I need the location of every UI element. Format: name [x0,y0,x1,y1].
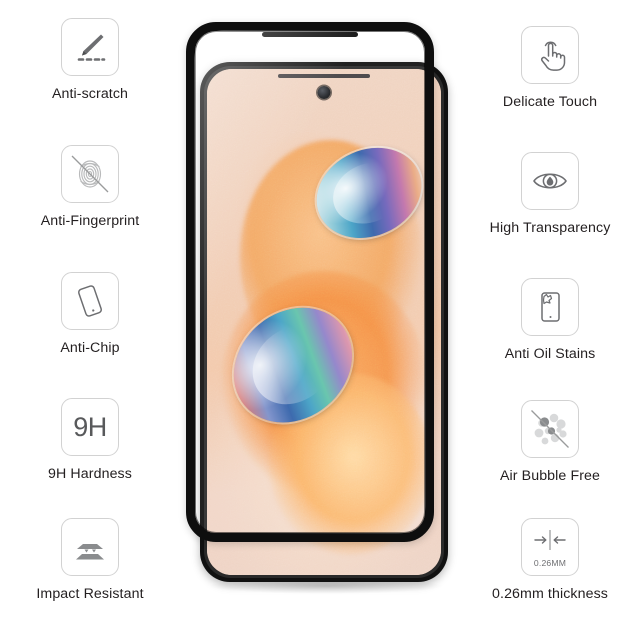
features-right-column: Delicate Touch High Transparency Anti Oi… [460,0,640,640]
fingerprint-blocked-icon [61,145,119,203]
feature-label: Anti-Chip [60,340,120,356]
feature-delicate-touch: Delicate Touch [460,26,640,109]
feature-label: 9H Hardness [48,466,132,482]
phone-chip-icon [61,272,119,330]
knife-scratch-icon [61,18,119,76]
feature-thickness: 0.26MM 0.26mm thickness [460,518,640,601]
feature-anti-chip: Anti-Chip [0,272,180,355]
phone-oil-stain-icon [521,278,579,336]
feature-label: Anti Oil Stains [504,346,596,362]
layered-impact-icon [61,518,119,576]
feature-9h-hardness: 9H 9H Hardness [0,398,180,481]
thickness-arrows-icon: 0.26MM [521,518,579,576]
feature-anti-scratch: Anti-scratch [0,18,180,101]
feature-anti-fingerprint: Anti-Fingerprint [0,145,180,228]
phone-product-image [186,22,462,602]
product-infographic: Anti-scratch Anti-Fingerprint Anti-Chip … [0,0,640,640]
feature-label: High Transparency [489,220,611,236]
tempered-glass-protector-overlay [186,22,434,542]
hardness-9h-icon: 9H [61,398,119,456]
feature-high-transparency: High Transparency [460,152,640,235]
glass-speaker-cutout [262,32,358,37]
feature-label: Impact Resistant [36,586,144,602]
thickness-value: 0.26MM [533,558,567,568]
feature-label: Delicate Touch [502,94,598,110]
hardness-value: 9H [73,411,107,442]
bubbles-blocked-icon [521,400,579,458]
eye-icon [521,152,579,210]
feature-label: Air Bubble Free [499,468,601,484]
features-left-column: Anti-scratch Anti-Fingerprint Anti-Chip … [0,0,180,640]
hand-tap-icon [521,26,579,84]
feature-label: 0.26mm thickness [492,586,608,602]
feature-label: Anti-Fingerprint [40,213,140,229]
feature-anti-oil-stains: Anti Oil Stains [460,278,640,361]
feature-impact-resistant: Impact Resistant [0,518,180,601]
feature-label: Anti-scratch [51,86,129,102]
feature-air-bubble-free: Air Bubble Free [460,400,640,483]
